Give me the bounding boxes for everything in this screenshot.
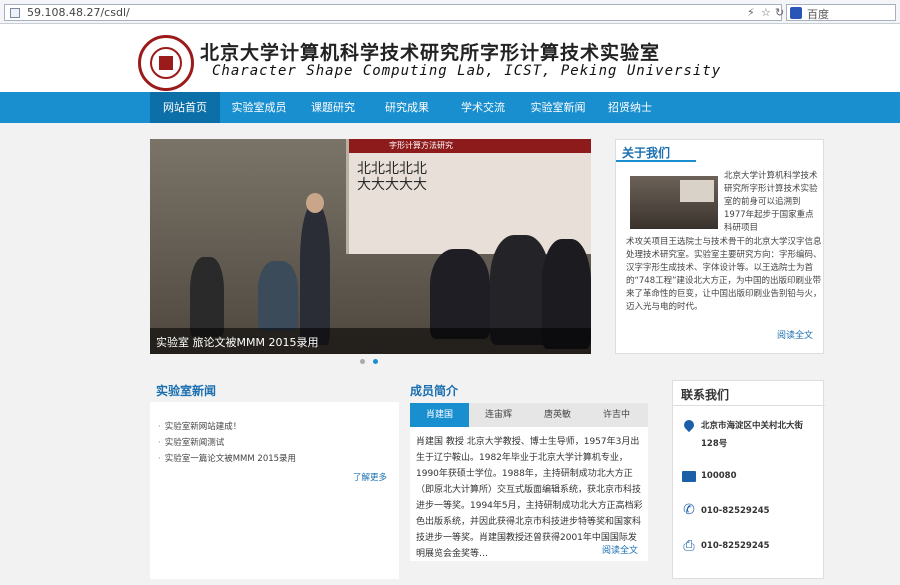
news-more-link[interactable]: 了解更多 [353,471,387,483]
about-panel: 关于我们 北京大学计算机科学技术研究所字形计算技术实验室的前身可以追溯到1977… [615,139,824,354]
page-icon [10,8,20,18]
tab-member-2[interactable]: 连宙辉 [469,403,528,427]
address-bar[interactable]: 59.108.48.27/csdl/ ⚡ ☆ ↻ [4,4,784,21]
nav-item-results[interactable]: 研究成果 [372,92,442,123]
screen-title: 字形计算方法研究 [389,141,453,150]
tab-member-3[interactable]: 唐英敏 [528,403,587,427]
news-title: 实验室新闻 [156,384,217,398]
news-panel: 实验室新闻 · 实验室新网站建成！ · 实验室新闻测试 · 实验室一篇论文被MMM 2… [150,378,399,579]
reload-icon[interactable]: ↻ [775,6,784,19]
contact-phone: 010-82529245 [701,506,770,516]
tab-member-4[interactable]: 许吉中 [587,403,646,427]
nav-item-research[interactable]: 课题研究 [300,92,366,123]
fax-icon: ⎙ [683,538,695,554]
site-header: 北京大学计算机科学技术研究所字形计算技术实验室 Character Shape … [0,24,900,92]
browser-toolbar: 59.108.48.27/csdl/ ⚡ ☆ ↻ 百度 [0,0,900,24]
about-read-more-link[interactable]: 阅读全文 [777,328,813,341]
about-text-continued: 术攻关项目王选院士与技术骨干的北京大学汉字信息处理技术研究室。实验室主要研究方向… [626,237,822,312]
member-bio: 肖建国 教授 北京大学教授、博士生导师，1957年3月出生于辽宁鞍山。1982年… [410,427,648,561]
tab-member-1[interactable]: 肖建国 [410,403,469,427]
url-text: 59.108.48.27/csdl/ [27,6,130,19]
about-text: 北京大学计算机科学技术研究所字形计算技术实验室的前身可以追溯到1977年起步于国… [724,171,818,233]
phone-icon: ✆ [683,502,695,518]
contact-postcode: 100080 [701,471,737,481]
slider-dot-2[interactable] [373,359,378,364]
main-nav: 网站首页 实验室成员 课题研究 研究成果 学术交流 实验室新闻 招贤纳士 [0,92,900,123]
projector-screen: 字形计算方法研究 北北北北北 大大大大大 [346,139,591,254]
search-input[interactable]: 百度 [786,4,896,21]
about-photo [630,176,718,229]
location-pin-icon [681,417,697,434]
member-tabs: 肖建国 连宙辉 唐英敏 许吉中 [410,403,648,427]
slide-caption: 实验室 旅论文被MMM 2015录用 [156,336,319,349]
site-title-en: Character Shape Computing Lab, ICST, Pek… [212,63,722,79]
slider-dot-1[interactable] [360,359,365,364]
nav-item-home[interactable]: 网站首页 [150,92,220,123]
site-title-cn: 北京大学计算机科学技术研究所字形计算技术实验室 [200,42,661,64]
pku-logo-icon[interactable] [138,35,194,91]
members-title: 成员简介 [410,384,459,398]
slide-caption-bar[interactable]: 实验室 旅论文被MMM 2015录用 [150,328,591,354]
news-item[interactable]: · 实验室新闻测试 [158,436,224,448]
contact-address: 北京市海淀区中关村北大街128号 [701,421,804,449]
contact-title: 联系我们 [681,388,730,402]
dropdown-icon[interactable]: ⚡ [747,6,755,19]
news-item[interactable]: · 实验室一篇论文被MMM 2015录用 [158,452,296,464]
nav-item-news[interactable]: 实验室新闻 [522,92,594,123]
contact-fax: 010-82529245 [701,541,770,551]
screen-chars: 北北北北北 大大大大大 [357,161,427,193]
contact-panel: 联系我们 北京市海淀区中关村北大街128号 100080 ✆ 010-82529… [672,380,825,579]
nav-item-exchange[interactable]: 学术交流 [448,92,518,123]
about-title: 关于我们 [622,146,671,160]
nav-item-members[interactable]: 实验室成员 [222,92,296,123]
member-read-more-link[interactable]: 阅读全文 [602,543,638,556]
image-slider[interactable]: 字形计算方法研究 北北北北北 大大大大大 实验室 旅论文被MMM 2015录用 [150,139,591,354]
search-engine-label: 百度 [807,8,829,21]
members-panel: 成员简介 肖建国 连宙辉 唐英敏 许吉中 肖建国 教授 北京大学教授、博士生导师… [410,378,648,579]
bookmark-star-icon[interactable]: ☆ [761,6,771,19]
presenter [300,205,330,345]
mail-icon [681,469,697,485]
nav-item-jobs[interactable]: 招贤纳士 [598,92,662,123]
search-engine-icon [790,7,802,19]
news-item[interactable]: · 实验室新网站建成！ [158,420,241,432]
